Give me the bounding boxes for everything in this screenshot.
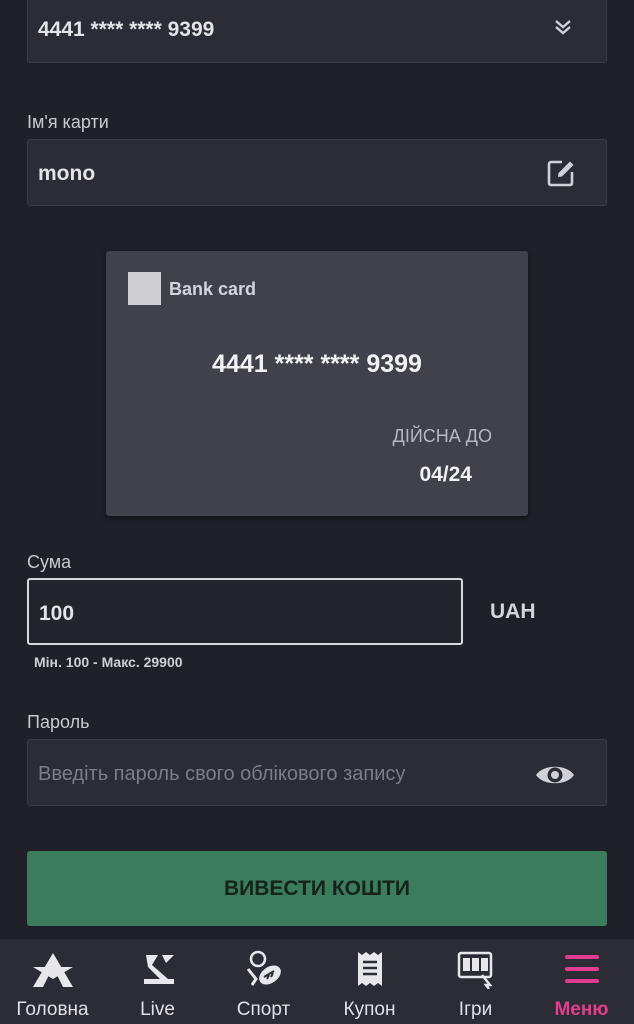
nav-item-home[interactable]: Головна xyxy=(0,939,105,1024)
password-label: Пароль xyxy=(27,712,90,732)
card-name-value: mono xyxy=(38,162,96,185)
nav-item-games[interactable]: Ігри xyxy=(423,939,528,1024)
coupon-icon xyxy=(357,952,382,986)
card-select-value: 4441 **** **** 9399 xyxy=(38,18,215,41)
sport-icon xyxy=(246,950,281,986)
bottom-nav: Головна Live Спорт Купон Ігри Меню xyxy=(0,939,634,1024)
chevron-double-down-icon xyxy=(554,19,572,40)
nav-item-menu[interactable]: Меню xyxy=(529,939,634,1024)
nav-label: Купон xyxy=(343,999,396,1020)
eye-icon[interactable] xyxy=(534,760,576,795)
card-select-dropdown[interactable]: 4441 **** **** 9399 xyxy=(27,0,607,63)
nav-item-sport[interactable]: Спорт xyxy=(211,939,316,1024)
edit-icon[interactable] xyxy=(546,158,576,193)
card-valid-label: ДІЙСНА ДО xyxy=(392,426,492,446)
card-name-field[interactable]: mono xyxy=(27,139,607,206)
card-type: Bank card xyxy=(169,279,257,299)
password-placeholder: Введіть пароль свого облікового запису xyxy=(38,763,406,785)
password-input[interactable]: Введіть пароль свого облікового запису xyxy=(27,739,607,806)
live-icon xyxy=(143,955,174,984)
card-number: 4441 **** **** 9399 xyxy=(212,350,422,378)
nav-item-coupon[interactable]: Купон xyxy=(317,939,422,1024)
currency-label: UAH xyxy=(490,600,536,623)
withdraw-button[interactable]: ВИВЕСТИ КОШТИ xyxy=(27,851,607,926)
amount-limits: Мін. 100 - Макс. 29900 xyxy=(34,654,183,670)
card-name-label: Ім'я карти xyxy=(27,112,109,132)
amount-label: Сума xyxy=(27,552,72,572)
card-valid-value: 04/24 xyxy=(419,463,472,486)
home-logo-icon xyxy=(32,953,73,987)
nav-label: Live xyxy=(140,999,175,1020)
nav-label: Меню xyxy=(554,999,609,1020)
card-logo-placeholder xyxy=(128,272,161,305)
bank-card-preview: Bank card 4441 **** **** 9399 ДІЙСНА ДО … xyxy=(106,251,528,516)
nav-label: Спорт xyxy=(236,999,291,1020)
amount-value: 100 xyxy=(39,602,75,625)
menu-icon xyxy=(564,955,599,983)
amount-input[interactable]: 100 xyxy=(27,578,463,645)
nav-label: Ігри xyxy=(458,999,493,1020)
nav-item-live[interactable]: Live xyxy=(105,939,210,1024)
nav-label: Головна xyxy=(16,999,89,1020)
slot-machine-icon xyxy=(457,951,493,989)
